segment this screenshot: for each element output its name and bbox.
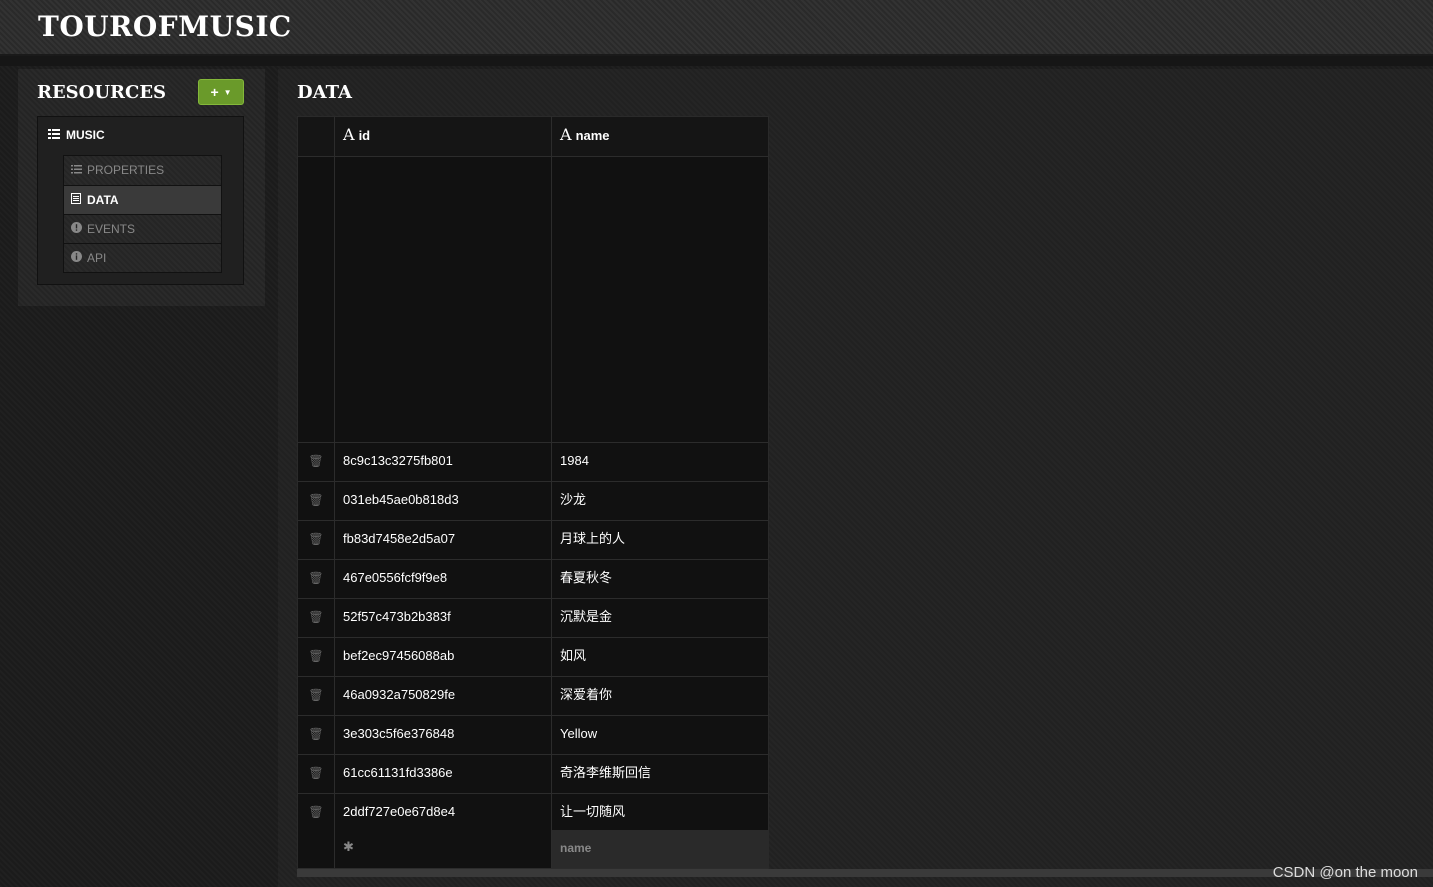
table-row[interactable]: 🗑 2ddf727e0e67d8e4 让一切随风 [298,794,768,833]
subnav-item-events[interactable]: EVENTS [64,214,221,243]
new-row-gutter [298,830,335,868]
cell-name[interactable]: 深爱着你 [552,677,768,715]
table-row[interactable]: 🗑 3e303c5f6e376848 Yellow [298,716,768,755]
trash-icon: 🗑 [308,532,324,546]
cell-id[interactable]: bef2ec97456088ab [335,638,552,676]
top-bar: TOUROFMUSIC [0,0,1433,56]
cell-id[interactable]: 2ddf727e0e67d8e4 [335,794,552,832]
cell-name[interactable]: 春夏秋冬 [552,560,768,598]
trash-icon: 🗑 [308,454,324,468]
empty-name-column [552,157,768,442]
column-header-name[interactable]: Aname [552,117,768,156]
text-type-icon: A [560,125,572,144]
header-divider [0,56,1433,66]
delete-row-button[interactable]: 🗑 [298,599,335,637]
new-row-id-marker: ✱ [335,830,552,868]
cell-name[interactable]: Yellow [552,716,768,754]
cell-name[interactable]: 奇洛李维斯回信 [552,755,768,793]
data-title: DATA [297,82,352,103]
delete-row-button[interactable]: 🗑 [298,521,335,559]
delete-row-button[interactable]: 🗑 [298,638,335,676]
new-row: ✱ name [298,830,768,869]
watermark: CSDN @on the moon [1272,864,1418,881]
cell-id[interactable]: 031eb45ae0b818d3 [335,482,552,520]
resources-panel: RESOURCES + ▼ MUSIC PROPERTIES DATA EVEN… [18,69,265,306]
cell-id[interactable]: 467e0556fcf9f9e8 [335,560,552,598]
subnav-label: EVENTS [87,222,136,236]
empty-id-column [335,157,552,442]
delete-row-button[interactable]: 🗑 [298,560,335,598]
info-circle-icon [70,245,82,274]
table-row[interactable]: 🗑 467e0556fcf9f9e8 春夏秋冬 [298,560,768,599]
exclamation-circle-icon [70,216,82,245]
resource-subnav: PROPERTIES DATA EVENTS API [63,155,222,273]
subnav-item-data[interactable]: DATA [64,185,221,214]
cell-name[interactable]: 沉默是金 [552,599,768,637]
trash-icon: 🗑 [308,766,324,780]
plus-icon: + [210,84,219,100]
column-label: name [575,128,610,143]
header-corner-cell [298,117,335,156]
data-grid: Aid Aname 🗑 8c9c13c3275fb801 1984 🗑 031e… [297,116,769,869]
subnav-label: PROPERTIES [87,163,165,177]
trash-icon: 🗑 [308,610,324,624]
delete-row-button[interactable]: 🗑 [298,677,335,715]
data-panel: DATA Aid Aname 🗑 8c9c13c3275fb801 1984 🗑… [278,69,1433,887]
delete-row-button[interactable]: 🗑 [298,482,335,520]
text-type-icon: A [343,125,355,144]
delete-row-button[interactable]: 🗑 [298,755,335,793]
trash-icon: 🗑 [308,493,324,507]
resource-tree: MUSIC PROPERTIES DATA EVENTS API [37,116,244,285]
table-row[interactable]: 🗑 46a0932a750829fe 深爱着你 [298,677,768,716]
cell-id[interactable]: 52f57c473b2b383f [335,599,552,637]
table-row[interactable]: 🗑 61cc61131fd3386e 奇洛李维斯回信 [298,755,768,794]
table-row[interactable]: 🗑 8c9c13c3275fb801 1984 [298,443,768,482]
subnav-item-properties[interactable]: PROPERTIES [64,156,221,185]
delete-row-button[interactable]: 🗑 [298,794,335,832]
cell-name[interactable]: 1984 [552,443,768,481]
cell-id[interactable]: 8c9c13c3275fb801 [335,443,552,481]
trash-icon: 🗑 [308,727,324,741]
new-row-name-input[interactable]: name [552,830,768,868]
cell-name[interactable]: 月球上的人 [552,521,768,559]
trash-icon: 🗑 [308,649,324,663]
table-row[interactable]: 🗑 fb83d7458e2d5a07 月球上的人 [298,521,768,560]
table-row[interactable]: 🗑 bef2ec97456088ab 如风 [298,638,768,677]
trash-icon: 🗑 [308,571,324,585]
list-icon [48,128,60,142]
cell-id[interactable]: 46a0932a750829fe [335,677,552,715]
cell-name[interactable]: 沙龙 [552,482,768,520]
delete-row-button[interactable]: 🗑 [298,443,335,481]
resources-title: RESOURCES [37,82,167,103]
cell-id[interactable]: 3e303c5f6e376848 [335,716,552,754]
resource-label: MUSIC [66,128,105,142]
grid-empty-area [298,157,768,443]
cell-id[interactable]: 61cc61131fd3386e [335,755,552,793]
document-icon [70,187,82,216]
grid-header: Aid Aname [298,117,768,157]
cell-name[interactable]: 如风 [552,638,768,676]
trash-icon: 🗑 [308,688,324,702]
column-header-id[interactable]: Aid [335,117,552,156]
delete-row-button[interactable]: 🗑 [298,716,335,754]
table-row[interactable]: 🗑 52f57c473b2b383f 沉默是金 [298,599,768,638]
column-label: id [358,128,371,143]
empty-gutter [298,157,335,442]
horizontal-scrollbar[interactable] [297,869,1433,877]
caret-down-icon: ▼ [223,88,232,98]
table-row[interactable]: 🗑 031eb45ae0b818d3 沙龙 [298,482,768,521]
app-brand[interactable]: TOUROFMUSIC [38,10,292,43]
cell-name[interactable]: 让一切随风 [552,794,768,832]
subnav-item-api[interactable]: API [64,243,221,272]
resource-item-music[interactable]: MUSIC [48,128,105,142]
cell-id[interactable]: fb83d7458e2d5a07 [335,521,552,559]
list-icon [70,157,82,186]
subnav-label: DATA [87,193,119,207]
add-resource-button[interactable]: + ▼ [198,79,244,105]
subnav-label: API [87,251,107,265]
trash-icon: 🗑 [308,805,324,819]
